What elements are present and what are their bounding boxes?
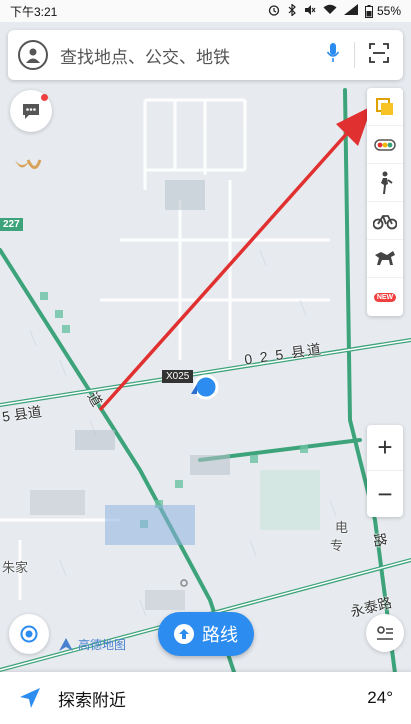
brand-logo: 高德地图 xyxy=(58,636,126,653)
notification-dot xyxy=(41,94,48,101)
send-arrow-icon xyxy=(20,688,40,708)
zoom-out-button[interactable]: − xyxy=(367,471,403,517)
red-arrow-annotation xyxy=(98,106,372,412)
chat-bubble-icon xyxy=(23,104,39,119)
search-input[interactable]: 查找地点、公交、地铁 xyxy=(60,43,326,68)
traffic-button[interactable] xyxy=(367,126,403,164)
microphone-icon[interactable] xyxy=(326,42,340,69)
new-feature-button[interactable]: NEW xyxy=(367,278,403,316)
bluetooth-icon xyxy=(287,2,297,19)
horse-icon xyxy=(375,250,395,265)
walker-icon xyxy=(381,171,393,194)
locate-button[interactable] xyxy=(9,614,49,654)
traffic-light-icon xyxy=(374,138,396,151)
battery-icon xyxy=(364,4,373,18)
message-button[interactable] xyxy=(10,90,52,132)
battery-indicator: 55% xyxy=(364,4,401,18)
temperature: 24° xyxy=(367,688,393,707)
bicycle-icon xyxy=(373,214,397,229)
alarm-icon xyxy=(268,4,280,19)
signal-icon xyxy=(343,4,358,18)
layers-button[interactable] xyxy=(367,88,403,126)
walk-button[interactable] xyxy=(367,164,403,202)
scan-icon[interactable] xyxy=(369,42,389,68)
map-tools-panel: NEW xyxy=(367,88,403,316)
route-arrow-icon xyxy=(174,624,194,644)
search-divider xyxy=(354,42,355,68)
status-bar: 下午3:21 55% xyxy=(0,0,411,22)
explore-nearby-bar[interactable]: 探索附近 24° xyxy=(0,672,411,724)
mute-icon xyxy=(304,4,316,19)
user-avatar-icon[interactable] xyxy=(18,40,48,70)
brand-text: 高德地图 xyxy=(78,638,127,652)
new-badge-icon: NEW xyxy=(373,292,397,302)
target-icon xyxy=(20,625,38,643)
battery-percent: 55% xyxy=(376,4,401,18)
status-icons: 55% xyxy=(268,2,401,19)
amap-logo-icon xyxy=(59,637,73,651)
route-button[interactable]: 路线 xyxy=(158,612,254,656)
id-card-icon xyxy=(377,626,393,640)
route-label: 路线 xyxy=(202,625,238,645)
zoom-in-button[interactable]: + xyxy=(367,425,403,471)
explore-nearby-label: 探索附近 xyxy=(58,690,126,710)
map-canvas[interactable]: 227 0 2 5 县道 5 县道 X025 永泰路 路 道 朱家 电 专 xyxy=(0,22,411,696)
bike-button[interactable] xyxy=(367,202,403,240)
search-bar[interactable]: 查找地点、公交、地铁 xyxy=(8,30,403,80)
route-panel-button[interactable] xyxy=(366,614,404,652)
status-time: 下午3:21 xyxy=(10,4,58,19)
horse-button[interactable] xyxy=(367,240,403,278)
layers-icon xyxy=(376,97,393,115)
wifi-icon xyxy=(323,4,337,18)
zoom-control: + − xyxy=(367,425,403,517)
